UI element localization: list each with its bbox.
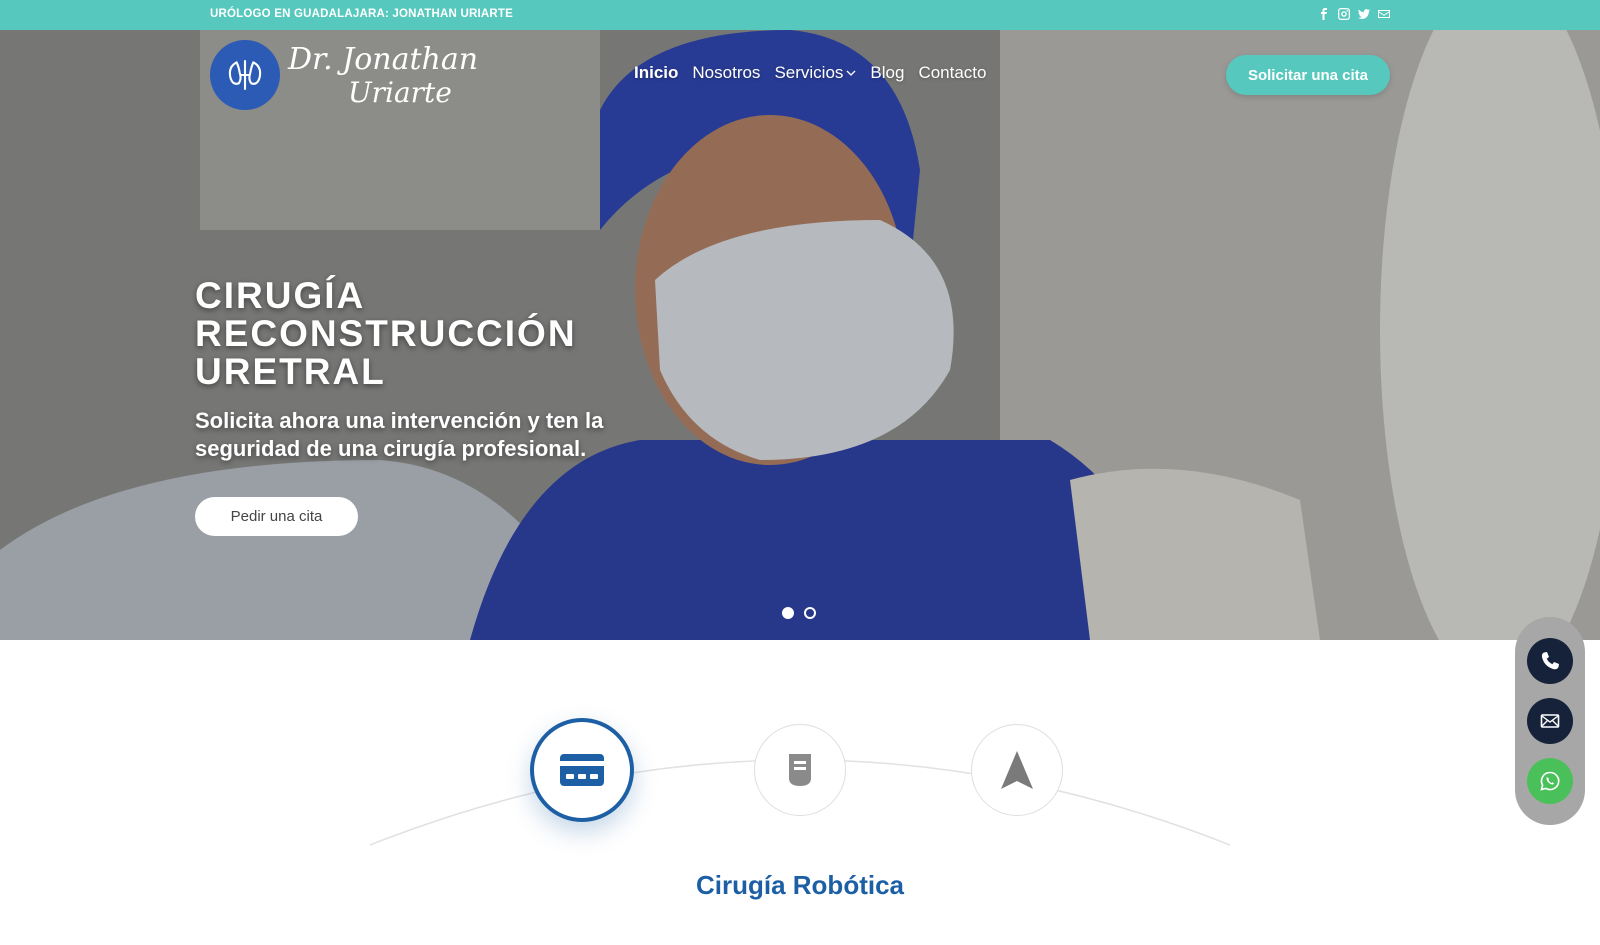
request-appointment-button[interactable]: Solicitar una cita [1226,55,1390,95]
hero-slider: Dr. Jonathan Uriarte Inicio Nosotros Ser… [0,30,1600,640]
hero-subtitle: Solicita ahora una intervención y ten la… [195,408,604,461]
chevron-down-icon [846,70,856,76]
facebook-icon[interactable] [1318,7,1330,21]
nav-item-inicio[interactable]: Inicio [634,63,678,83]
main-nav: Inicio Nosotros Servicios Blog Contacto [634,63,986,83]
step-robotic-surgery[interactable] [530,718,634,822]
instagram-icon[interactable] [1338,7,1350,21]
section-title: Cirugía Robótica [695,870,904,900]
email-icon[interactable] [1378,7,1390,21]
nav-item-blog[interactable]: Blog [870,63,904,83]
twitter-icon[interactable] [1358,7,1370,21]
social-links [1318,7,1390,21]
book-appointment-button[interactable]: Pedir una cita [195,497,358,536]
phone-button[interactable] [1527,638,1573,684]
nav-item-servicios-label: Servicios [774,63,844,82]
slider-dot-2[interactable] [804,607,816,619]
logo-name-line2: Uriarte [348,76,452,109]
mail-icon [1540,714,1560,728]
floating-contact-bar [1515,617,1585,825]
site-logo[interactable]: Dr. Jonathan Uriarte [210,40,490,112]
step-location[interactable] [971,724,1063,816]
slider-dot-1[interactable] [782,607,794,619]
hero-title: CIRUGÍA RECONSTRUCCIÓN URETRAL [195,275,577,392]
specimen-cup-icon [789,754,811,786]
nav-item-servicios[interactable]: Servicios [774,63,856,83]
navigation-arrow-icon [1001,751,1033,789]
nav-item-contacto[interactable]: Contacto [918,63,986,83]
mail-button[interactable] [1527,698,1573,744]
topbar-tagline: URÓLOGO EN GUADALAJARA: JONATHAN URIARTE [210,8,513,20]
whatsapp-icon [1540,771,1560,791]
logo-name-line1: Dr. Jonathan [288,42,479,77]
whatsapp-button[interactable] [1527,758,1573,804]
credit-card-icon [560,754,604,786]
step-urology-lab[interactable] [754,724,846,816]
slider-dots [782,607,816,619]
nav-item-nosotros[interactable]: Nosotros [692,63,760,83]
kidney-logo-icon [210,40,280,110]
top-bar: URÓLOGO EN GUADALAJARA: JONATHAN URIARTE [0,0,1600,30]
phone-icon [1541,652,1559,670]
